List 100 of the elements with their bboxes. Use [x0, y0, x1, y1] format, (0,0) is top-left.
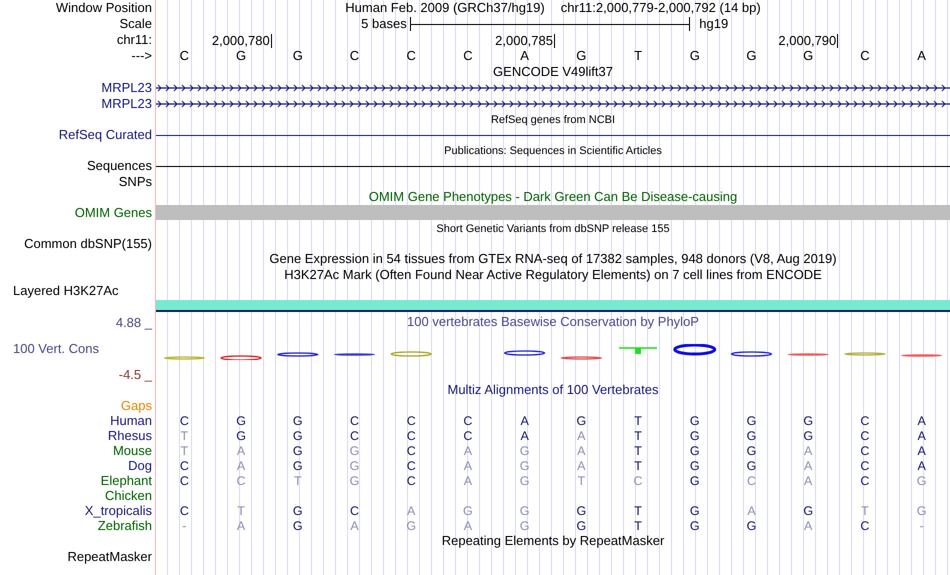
alignment-base: G: [690, 458, 700, 472]
base-letter: G: [746, 49, 757, 63]
species-label: Human: [110, 414, 152, 428]
alignment-base: G: [576, 504, 586, 518]
track-label: MRPL23: [101, 97, 152, 111]
alignment-base: G: [576, 518, 586, 532]
alignment-base: C: [860, 458, 870, 472]
alignment-base: G: [803, 414, 814, 428]
alignment-base: G: [690, 474, 700, 488]
alignment-base: G: [236, 414, 246, 428]
axis-max-label: 4.88 _: [116, 316, 152, 330]
track-label: RepeatMasker: [67, 550, 152, 564]
base-letter: A: [917, 49, 926, 63]
alignment-base: A: [917, 444, 926, 458]
track-title: Short Genetic Variants from dbSNP release 155: [436, 222, 670, 236]
track-label: Layered H3K27Ac: [13, 284, 119, 298]
track-label: Sequences: [86, 159, 152, 173]
alignment-base: T: [634, 458, 642, 472]
base-letter: C: [463, 49, 473, 63]
track-title: Multiz Alignments of 100 Vertebrates: [447, 383, 658, 397]
base-letter: G: [690, 49, 700, 63]
alignment-base: -: [182, 518, 186, 532]
base-letter: G: [803, 49, 814, 63]
alignment-base: C: [860, 474, 870, 488]
chromosome-label: chr11:: [116, 33, 152, 47]
track-label: SNPs: [118, 174, 152, 188]
track-title: Publications: Sequences in Scientific Articles: [444, 144, 662, 158]
tick-mark: [554, 34, 555, 48]
base-letter: T: [634, 49, 642, 63]
alignment-base: A: [577, 458, 586, 472]
alignment-base: T: [634, 414, 642, 428]
alignment-base: T: [578, 474, 586, 488]
alignment-base: A: [407, 504, 416, 518]
axis-min-label: -4.5 _: [118, 368, 152, 382]
track-label: RefSeq Curated: [58, 128, 152, 142]
alignment-base: G: [292, 504, 303, 518]
alignment-base: G: [406, 518, 416, 532]
coordinate-label: 2,000,790: [778, 34, 836, 48]
alignment-base: T: [861, 504, 869, 518]
alignment-base: A: [350, 518, 359, 532]
alignment-base: G: [292, 414, 303, 428]
alignment-base: G: [916, 474, 926, 488]
alignment-base: A: [236, 518, 246, 532]
alignment-base: A: [236, 458, 246, 472]
alignment-base: G: [690, 414, 700, 428]
track-label: Window Position: [56, 1, 152, 15]
alignment-base: G: [292, 428, 303, 442]
alignment-base: G: [520, 504, 530, 518]
alignment-base: A: [804, 444, 812, 458]
alignment-base: G: [690, 428, 700, 442]
alignment-base: G: [690, 504, 700, 518]
alignment-base: A: [804, 474, 812, 488]
scale-text: 5 bases: [361, 17, 407, 31]
alignment-base: G: [520, 474, 530, 488]
alignment-base: C: [860, 414, 870, 428]
alignment-base: G: [350, 444, 360, 458]
coordinate-label: 2,000,785: [495, 34, 553, 48]
alignment-base: C: [463, 414, 472, 428]
alignment-base: A: [520, 428, 529, 442]
alignment-base: T: [634, 444, 642, 458]
track-title: OMIM Gene Phenotypes - Dark Green Can Be Disease-causing: [368, 190, 738, 204]
base-letter: C: [180, 49, 190, 63]
alignment-base: G: [746, 444, 756, 458]
alignment-base: A: [236, 444, 246, 458]
alignment-base: C: [406, 474, 416, 488]
alignment-base: A: [577, 428, 586, 442]
base-letter: C: [406, 49, 416, 63]
base-letter: G: [576, 49, 586, 63]
species-label: Dog: [128, 458, 152, 472]
alignment-base: -: [920, 518, 924, 532]
track-label: OMIM Genes: [74, 206, 152, 220]
alignment-base: C: [746, 474, 756, 488]
alignment-base: C: [180, 474, 189, 488]
alignment-base: G: [746, 518, 756, 532]
alignment-base: G: [463, 504, 473, 518]
species-label: Elephant: [100, 474, 152, 488]
alignment-base: G: [236, 428, 246, 442]
tick-mark: [270, 34, 272, 48]
alignment-base: G: [746, 458, 756, 472]
alignment-base: G: [916, 504, 926, 518]
track-label: MRPL23: [101, 81, 152, 95]
alignment-base: C: [634, 474, 643, 488]
alignment-base: G: [520, 458, 530, 472]
alignment-base: G: [292, 458, 303, 472]
assembly-name: hg19: [699, 16, 728, 31]
alignment-base: A: [520, 414, 529, 428]
alignment-base: C: [860, 428, 870, 442]
alignment-base: A: [464, 444, 472, 458]
alignment-base: T: [180, 444, 188, 458]
base-letter: G: [236, 49, 246, 63]
track-title: H3K27Ac Mark (Often Found Near Active Regulatory Elements) on 7 cell lines from ENCODE: [284, 268, 822, 282]
base-letter: C: [860, 49, 870, 63]
alignment-base: G: [350, 474, 360, 488]
alignment-base: C: [406, 428, 416, 442]
tick-mark: [837, 34, 838, 48]
species-label: X_tropicalis: [84, 504, 152, 518]
species-label: Mouse: [112, 444, 152, 458]
track-title: 100 vertebrates Basewise Conservation by PhyloP: [407, 315, 699, 329]
species-label: Zebrafish: [98, 518, 152, 532]
alignment-base: T: [237, 504, 245, 518]
